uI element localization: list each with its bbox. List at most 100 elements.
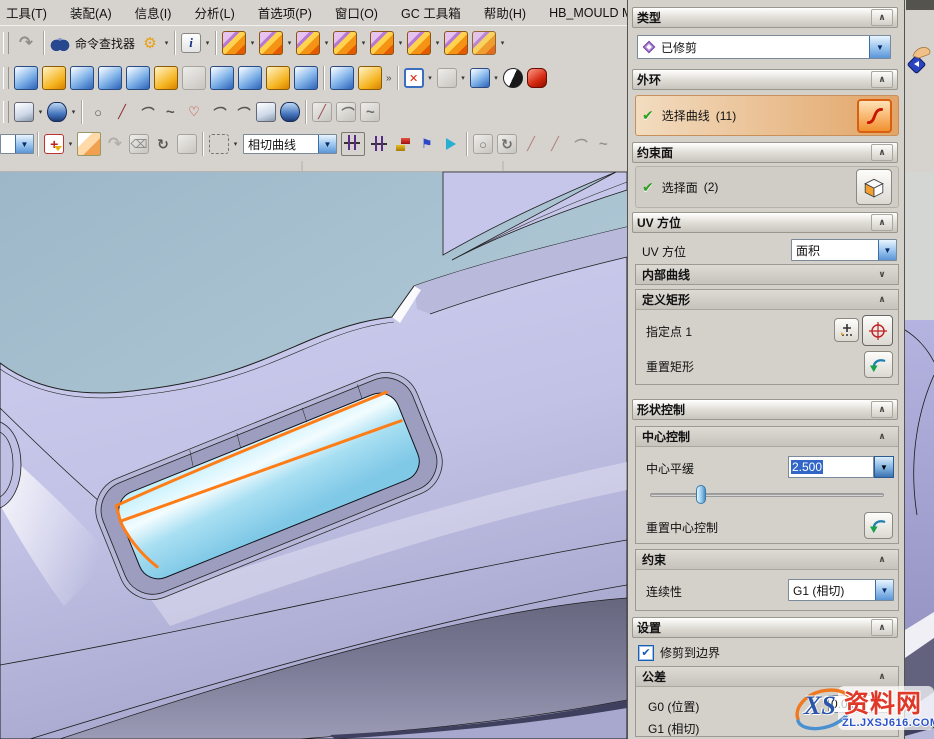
section-outer-loop[interactable]: 外环 ∧ <box>632 69 898 90</box>
rectangle-select-icon[interactable] <box>209 134 229 154</box>
redo-icon[interactable] <box>14 31 38 55</box>
tube-dropdown-icon[interactable] <box>69 102 78 122</box>
curve-disabled-icon[interactable] <box>569 134 589 154</box>
collapse-icon[interactable]: ∧ <box>871 144 893 161</box>
mold-tool-dropdown-icon[interactable] <box>322 33 331 53</box>
viewport-right-strip[interactable] <box>905 172 934 739</box>
orient-view-icon[interactable] <box>497 134 517 154</box>
snap-point-icon[interactable] <box>44 134 64 154</box>
flange-icon[interactable] <box>266 66 290 90</box>
roles-dropdown-icon[interactable] <box>162 33 171 53</box>
render-style-icon[interactable] <box>503 68 523 88</box>
point-picker-button[interactable] <box>862 315 893 346</box>
undo-disabled-icon[interactable] <box>105 134 125 154</box>
sew-icon[interactable] <box>330 66 354 90</box>
collapse-icon[interactable]: ∧ <box>871 9 893 26</box>
isoparametric-curve-icon[interactable] <box>232 102 252 122</box>
point-dialog-button[interactable] <box>834 318 859 342</box>
surface-dropdown-icon[interactable] <box>36 102 45 122</box>
collapse-icon[interactable]: ∧ <box>871 619 893 636</box>
select-curve-row[interactable]: ✔ 选择曲线 (11) <box>635 95 899 136</box>
line-icon[interactable] <box>112 102 132 122</box>
trim-to-boundary-checkbox[interactable]: ✔ <box>638 645 654 661</box>
display-window-icon[interactable] <box>404 68 424 88</box>
uv-dropdown-icon[interactable] <box>878 240 896 260</box>
collapse-icon[interactable]: ∧ <box>872 669 892 684</box>
hand-select-icon[interactable] <box>907 42 933 74</box>
mold-tool-patch-icon[interactable] <box>444 31 468 55</box>
toolbar-grip[interactable] <box>3 67 9 89</box>
extrude-icon[interactable] <box>42 66 66 90</box>
mold-tool-dropdown-icon[interactable] <box>396 33 405 53</box>
block-icon[interactable] <box>70 66 94 90</box>
analysis-cylinder-icon[interactable] <box>527 68 547 88</box>
selection-filter-dropdown-icon[interactable] <box>15 135 33 153</box>
studio-spline-icon[interactable] <box>160 102 180 122</box>
mold-tool-split-icon[interactable] <box>370 31 394 55</box>
center-smooth-spin-down-icon[interactable] <box>874 456 894 478</box>
toolbar-grip[interactable] <box>3 101 9 123</box>
erase-icon[interactable] <box>129 134 149 154</box>
clamp-view-icon[interactable] <box>437 68 457 88</box>
snap-options-icon[interactable] <box>473 134 493 154</box>
x-form-icon[interactable] <box>358 66 382 90</box>
menu-tools[interactable]: 工具(T) <box>5 1 48 24</box>
face-select-button[interactable] <box>856 169 892 205</box>
polyline-disabled-icon[interactable] <box>545 134 565 154</box>
command-finder-icon[interactable] <box>50 33 70 53</box>
bounded-plane-icon[interactable] <box>238 66 262 90</box>
selection-filter-combo[interactable] <box>0 134 34 154</box>
patch-body-icon[interactable] <box>154 66 178 90</box>
menu-analysis[interactable]: 分析(L) <box>193 1 235 24</box>
clamp-dropdown-icon[interactable] <box>459 68 468 88</box>
follow-fillet-icon[interactable] <box>369 134 389 154</box>
g0-input[interactable]: 0.02 <box>828 695 892 713</box>
trimmed-sheet-icon[interactable] <box>210 66 234 90</box>
center-smooth-input[interactable]: 2.500 <box>788 456 874 478</box>
information-dropdown-icon[interactable] <box>203 33 212 53</box>
section-shape-control[interactable]: 形状控制 ∧ <box>632 399 898 420</box>
trim-to-boundary-row[interactable]: ✔ 修剪到边界 <box>638 644 720 661</box>
flag-icon[interactable] <box>417 134 437 154</box>
shell-icon[interactable] <box>126 66 150 90</box>
collapse-icon[interactable]: ∧ <box>872 552 892 567</box>
studio-surface-icon[interactable] <box>14 102 34 122</box>
section-settings[interactable]: 设置 ∧ <box>632 617 898 638</box>
tube-icon[interactable] <box>47 102 67 122</box>
tree-disabled-icon[interactable] <box>593 134 613 154</box>
information-icon[interactable] <box>181 33 201 53</box>
display-dropdown-icon[interactable] <box>426 68 435 88</box>
reset-rectangle-button[interactable] <box>864 351 893 378</box>
mold-tool-resize-icon[interactable] <box>407 31 431 55</box>
mold-tool-draft-icon[interactable] <box>259 31 283 55</box>
roles-icon[interactable] <box>140 33 160 53</box>
mold-tool-dropdown-icon[interactable] <box>498 33 507 53</box>
section-uv[interactable]: UV 方位 ∧ <box>632 212 898 233</box>
collapse-icon[interactable]: ∧ <box>872 429 892 444</box>
type-dropdown-icon[interactable] <box>869 36 890 58</box>
collapse-icon[interactable]: ∧ <box>871 401 893 418</box>
continuity-dropdown-icon[interactable] <box>875 580 893 600</box>
curve-rule-dropdown-icon[interactable] <box>318 135 336 153</box>
mold-tool-dropdown-icon[interactable] <box>285 33 294 53</box>
project-curve-icon[interactable] <box>280 102 300 122</box>
pan-hand-icon[interactable] <box>177 134 197 154</box>
menu-window[interactable]: 窗口(O) <box>334 1 379 24</box>
curve-on-surface-icon[interactable] <box>208 102 228 122</box>
line-tool-disabled-icon[interactable] <box>521 134 541 154</box>
circle-icon[interactable] <box>88 102 108 122</box>
offset-surface-icon[interactable] <box>182 66 206 90</box>
rotate-point-icon[interactable] <box>153 134 173 154</box>
collapse-icon[interactable]: ∧ <box>871 214 893 231</box>
curve-rule-combo[interactable]: 相切曲线 <box>243 134 337 154</box>
mold-tool-delete-icon[interactable] <box>296 31 320 55</box>
reset-center-button[interactable] <box>864 512 893 539</box>
closed-spline-icon[interactable] <box>184 102 204 122</box>
section-type[interactable]: 类型 ∧ <box>632 7 898 28</box>
uv-combo[interactable]: 面积 <box>791 239 897 261</box>
through-curves-icon[interactable] <box>14 66 38 90</box>
wcs-cube-icon[interactable] <box>77 132 101 156</box>
mold-tool-surface-icon[interactable] <box>472 31 496 55</box>
datum-plane-icon[interactable] <box>256 102 276 122</box>
toolbar-grip[interactable] <box>3 32 9 54</box>
